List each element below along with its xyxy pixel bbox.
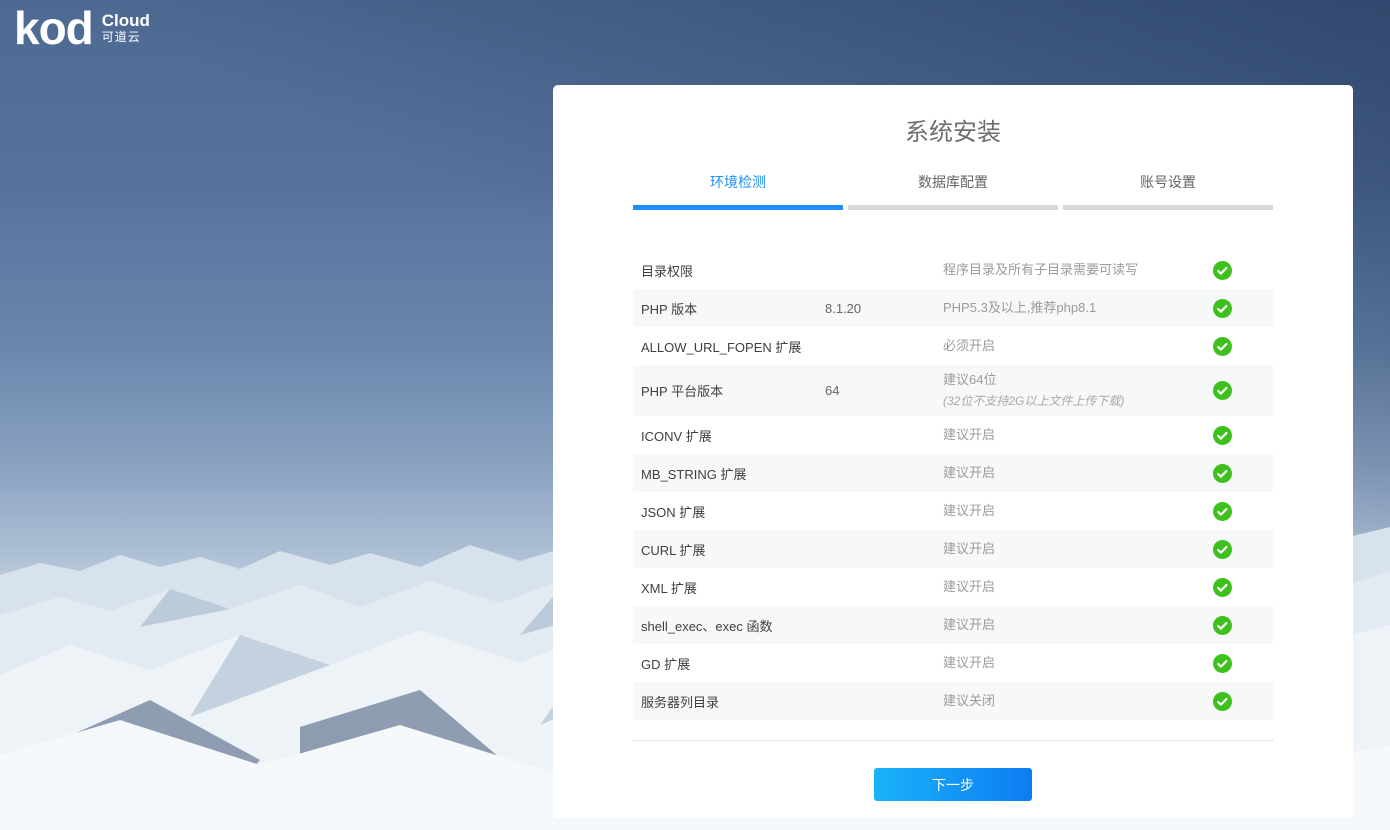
check-row: PHP 平台版本64建议64位(32位不支持2G以上文件上传下载) [633, 365, 1273, 416]
check-row: CURL 扩展 建议开启 [633, 530, 1273, 568]
logo-wordmark: kod [14, 2, 93, 54]
logo-chinese-label: 可道云 [102, 30, 150, 45]
tab-env-check[interactable]: 环境检测 [633, 168, 843, 210]
check-requirement: 建议开启 [943, 502, 1171, 520]
check-pass-icon [1213, 381, 1232, 400]
logo-cloud-label: Cloud [102, 11, 150, 30]
tab-label: 数据库配置 [848, 168, 1058, 205]
check-pass-icon [1213, 616, 1232, 635]
check-pass-icon [1213, 654, 1232, 673]
check-requirement: 建议关闭 [943, 692, 1171, 710]
install-steps: 环境检测数据库配置账号设置 [633, 168, 1273, 210]
check-value: 64 [825, 383, 943, 398]
section-divider [633, 740, 1273, 741]
check-pass-icon [1213, 540, 1232, 559]
check-name: JSON 扩展 [641, 502, 825, 521]
check-requirement: 建议开启 [943, 654, 1171, 672]
check-requirement: 建议开启 [943, 616, 1171, 634]
check-name: CURL 扩展 [641, 540, 825, 559]
check-pass-icon [1213, 426, 1232, 445]
check-row: GD 扩展 建议开启 [633, 644, 1273, 682]
check-status [1171, 692, 1273, 711]
tab-underline [633, 205, 843, 210]
check-name: 服务器列目录 [641, 692, 825, 711]
check-row: JSON 扩展 建议开启 [633, 492, 1273, 530]
check-name: shell_exec、exec 函数 [641, 616, 825, 635]
check-pass-icon [1213, 261, 1232, 280]
tab-label: 环境检测 [633, 168, 843, 205]
check-row: XML 扩展 建议开启 [633, 568, 1273, 606]
check-pass-icon [1213, 299, 1232, 318]
check-status [1171, 616, 1273, 635]
check-name: PHP 版本 [641, 299, 825, 318]
tab-underline [848, 205, 1058, 210]
check-requirement-note: (32位不支持2G以上文件上传下载) [943, 392, 1171, 410]
kodcloud-logo: kod Cloud 可道云 [14, 2, 150, 54]
page-title: 系统安装 [553, 112, 1353, 147]
check-pass-icon [1213, 337, 1232, 356]
check-row: ICONV 扩展 建议开启 [633, 416, 1273, 454]
check-status [1171, 464, 1273, 483]
check-pass-icon [1213, 692, 1232, 711]
tab-db-config[interactable]: 数据库配置 [848, 168, 1058, 210]
check-row: ALLOW_URL_FOPEN 扩展 必须开启 [633, 327, 1273, 365]
check-row: PHP 版本8.1.20PHP5.3及以上,推荐php8.1 [633, 289, 1273, 327]
check-requirement: 建议开启 [943, 578, 1171, 596]
check-requirement: 建议开启 [943, 426, 1171, 444]
check-requirement: PHP5.3及以上,推荐php8.1 [943, 299, 1171, 317]
check-name: MB_STRING 扩展 [641, 464, 825, 483]
check-status [1171, 502, 1273, 521]
check-status [1171, 426, 1273, 445]
check-requirement: 建议开启 [943, 464, 1171, 482]
check-requirement: 建议64位(32位不支持2G以上文件上传下载) [943, 371, 1171, 410]
check-row: 目录权限 程序目录及所有子目录需要可读写 [633, 251, 1273, 289]
check-requirement: 程序目录及所有子目录需要可读写 [943, 261, 1171, 279]
check-status [1171, 299, 1273, 318]
check-row: shell_exec、exec 函数 建议开启 [633, 606, 1273, 644]
check-requirement: 必须开启 [943, 337, 1171, 355]
check-status [1171, 261, 1273, 280]
tab-underline [1063, 205, 1273, 210]
env-check-table: 目录权限 程序目录及所有子目录需要可读写 PHP 版本8.1.20PHP5.3及以上… [633, 251, 1273, 720]
install-card: 系统安装 环境检测数据库配置账号设置 目录权限 程序目录及所有子目录需要可读写 PH… [553, 85, 1353, 818]
check-status [1171, 540, 1273, 559]
check-status [1171, 578, 1273, 597]
tab-label: 账号设置 [1063, 168, 1273, 205]
check-name: 目录权限 [641, 261, 825, 280]
check-row: 服务器列目录 建议关闭 [633, 682, 1273, 720]
next-step-button[interactable]: 下一步 [874, 768, 1032, 801]
check-name: GD 扩展 [641, 654, 825, 673]
check-status [1171, 381, 1273, 400]
check-status [1171, 337, 1273, 356]
check-name: PHP 平台版本 [641, 381, 825, 400]
check-name: ICONV 扩展 [641, 426, 825, 445]
check-row: MB_STRING 扩展 建议开启 [633, 454, 1273, 492]
check-value: 8.1.20 [825, 301, 943, 316]
check-status [1171, 654, 1273, 673]
check-name: XML 扩展 [641, 578, 825, 597]
check-pass-icon [1213, 502, 1232, 521]
check-pass-icon [1213, 464, 1232, 483]
check-pass-icon [1213, 578, 1232, 597]
tab-account-setup[interactable]: 账号设置 [1063, 168, 1273, 210]
check-name: ALLOW_URL_FOPEN 扩展 [641, 337, 825, 356]
check-requirement: 建议开启 [943, 540, 1171, 558]
